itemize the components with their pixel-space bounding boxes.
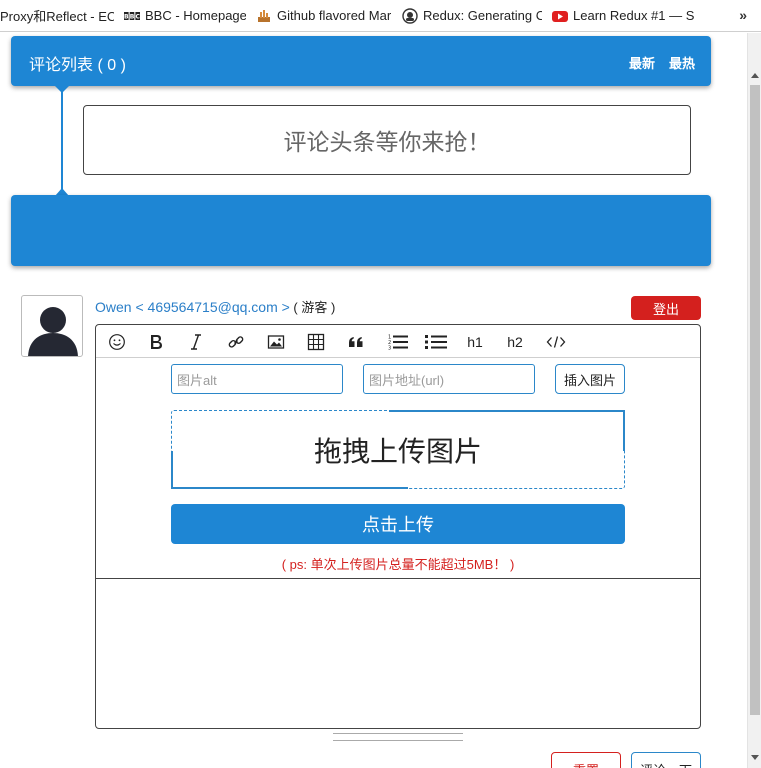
timeline-arrow-down-icon bbox=[55, 86, 69, 93]
insert-image-button[interactable]: 插入图片 bbox=[555, 364, 625, 394]
empty-comments-message: 评论头条等你来抢！ bbox=[83, 105, 691, 175]
user-role: ( 游客 ) bbox=[289, 300, 336, 315]
reset-button[interactable]: 重置 bbox=[551, 752, 621, 768]
user-name-email[interactable]: Owen < 469564715@qq.com > bbox=[95, 299, 290, 315]
svg-text:C: C bbox=[135, 13, 140, 20]
bookmark-label: Redux: Generating C bbox=[423, 8, 542, 23]
upload-size-note: ( ps: 单次上传图片总量不能超过5MB！ ) bbox=[281, 557, 515, 572]
dropzone-label: 拖拽上传图片 bbox=[313, 435, 482, 467]
github-flavored-icon bbox=[256, 8, 272, 24]
sort-hot-link[interactable]: 最热 bbox=[669, 53, 695, 72]
dropzone-progress-edge bbox=[623, 411, 625, 451]
editor-toolbar: 123 h1 h2 bbox=[96, 325, 700, 358]
scroll-down-arrow-icon[interactable] bbox=[751, 755, 759, 760]
bookmarks-overflow-button[interactable]: » bbox=[739, 7, 747, 23]
logout-button[interactable]: 登出 bbox=[631, 296, 701, 320]
timeline-connector bbox=[61, 86, 63, 196]
bookmark-bbc[interactable]: BBC BBC - Homepage bbox=[120, 0, 252, 32]
dropzone-progress-edge bbox=[389, 410, 625, 412]
redux-icon bbox=[402, 7, 418, 24]
page: Proxy和Reflect - ECM BBC BBC - Homepage G… bbox=[0, 0, 761, 768]
bookmark-label: Proxy和Reflect - ECM bbox=[0, 9, 114, 24]
comment-list-footer bbox=[11, 195, 711, 266]
editor-resize-handle[interactable] bbox=[333, 733, 463, 741]
comment-list-title: 评论列表 ( 0 ) bbox=[29, 57, 126, 74]
scroll-up-arrow-icon[interactable] bbox=[751, 73, 759, 78]
click-upload-button[interactable]: 点击上传 bbox=[171, 504, 625, 544]
dropzone-progress-edge bbox=[171, 487, 408, 489]
svg-text:3: 3 bbox=[388, 346, 391, 352]
bookmark-github-flavored[interactable]: Github flavored Mar bbox=[252, 0, 398, 32]
default-user-icon bbox=[28, 307, 78, 356]
bold-icon[interactable] bbox=[144, 331, 168, 353]
comment-list-header: 评论列表 ( 0 ) 最新 最热 bbox=[11, 36, 711, 86]
bbc-icon: BBC bbox=[124, 8, 140, 24]
ordered-list-icon[interactable]: 123 bbox=[386, 331, 410, 353]
image-url-input[interactable]: 图片地址(url) bbox=[363, 364, 535, 394]
image-dropzone[interactable]: 拖拽上传图片 bbox=[171, 410, 625, 489]
dropzone-progress-edge bbox=[171, 451, 173, 489]
bookmark-proxy-reflect[interactable]: Proxy和Reflect - ECM bbox=[0, 0, 120, 32]
italic-icon[interactable] bbox=[184, 331, 208, 353]
vertical-scrollbar[interactable] bbox=[747, 33, 761, 768]
quote-icon[interactable] bbox=[344, 331, 368, 353]
image-icon[interactable] bbox=[264, 331, 288, 353]
comment-textarea[interactable] bbox=[96, 579, 700, 728]
bookmark-redux-generating[interactable]: Redux: Generating C bbox=[398, 0, 548, 32]
bookmark-label: Learn Redux #1 — S bbox=[573, 8, 695, 23]
bookmarks-bar: Proxy和Reflect - ECM BBC BBC - Homepage G… bbox=[0, 0, 761, 32]
submit-comment-button[interactable]: 评论一下 bbox=[631, 752, 701, 768]
unordered-list-icon[interactable] bbox=[424, 331, 448, 353]
user-info: Owen < 469564715@qq.com > ( 游客 ) bbox=[95, 297, 335, 316]
heading-2-button[interactable]: h2 bbox=[503, 331, 527, 353]
table-icon[interactable] bbox=[304, 331, 328, 353]
youtube-icon bbox=[552, 8, 568, 24]
comment-editor: 123 h1 h2 图片alt 图片地址(url) 插入图片 拖拽上传图片 点击… bbox=[95, 324, 701, 729]
bookmark-learn-redux[interactable]: Learn Redux #1 — S bbox=[548, 0, 718, 32]
avatar bbox=[21, 295, 83, 357]
emoji-icon[interactable] bbox=[105, 331, 129, 353]
code-icon[interactable] bbox=[544, 331, 568, 353]
svg-text:B: B bbox=[130, 13, 135, 20]
sort-latest-link[interactable]: 最新 bbox=[629, 53, 655, 72]
bookmark-label: BBC - Homepage bbox=[145, 8, 246, 23]
empty-comments-text: 评论头条等你来抢！ bbox=[283, 129, 491, 155]
scrollbar-thumb[interactable] bbox=[750, 85, 760, 715]
link-icon[interactable] bbox=[224, 331, 248, 353]
image-alt-input[interactable]: 图片alt bbox=[171, 364, 343, 394]
svg-text:B: B bbox=[124, 13, 129, 20]
bookmark-label: Github flavored Mar bbox=[277, 8, 392, 23]
heading-1-button[interactable]: h1 bbox=[463, 331, 487, 353]
image-upload-panel: 图片alt 图片地址(url) 插入图片 拖拽上传图片 点击上传 ( ps: 单… bbox=[96, 358, 700, 579]
